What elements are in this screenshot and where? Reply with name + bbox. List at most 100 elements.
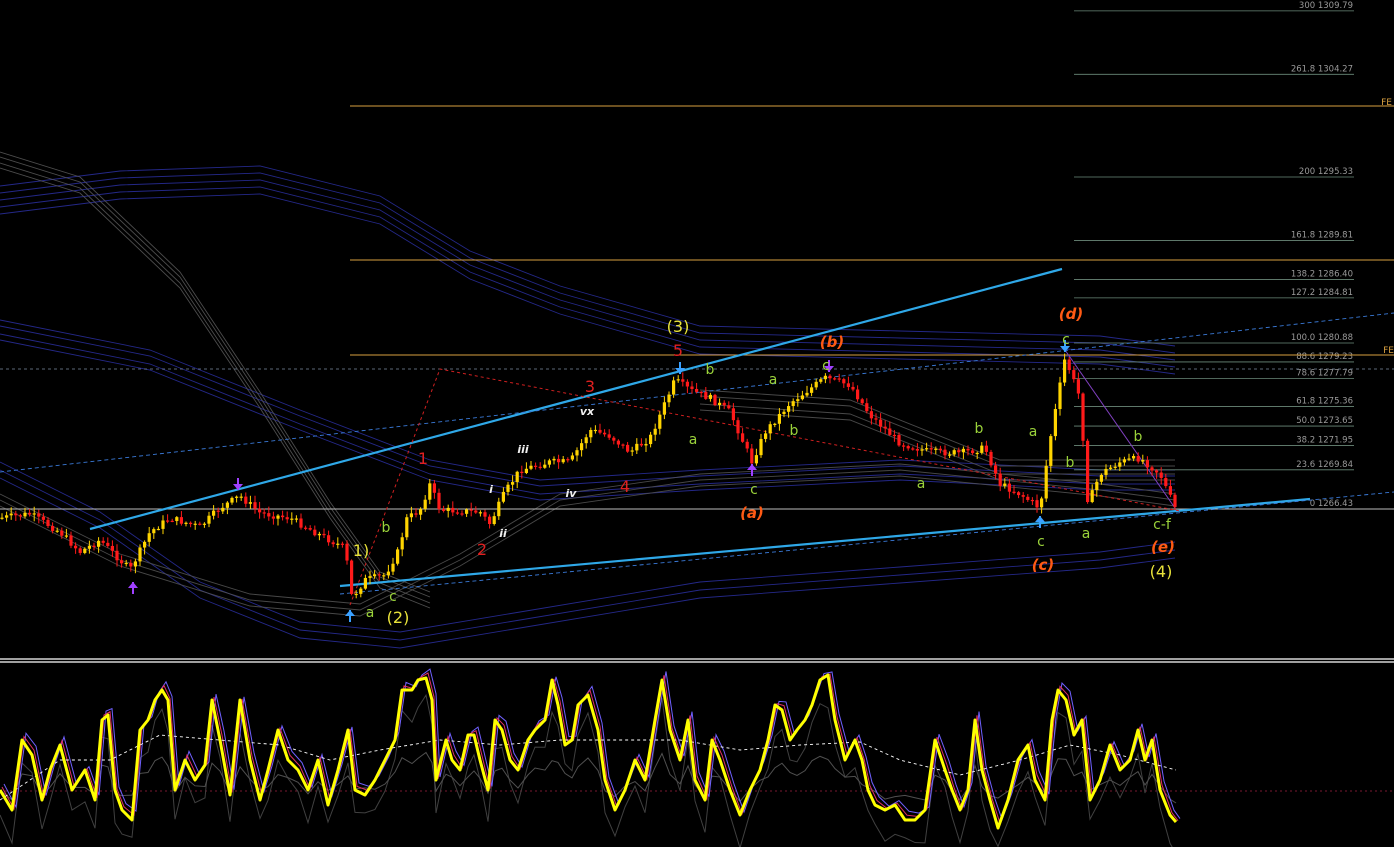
candle-body-352 [350,560,354,594]
candle-body-1028 [1026,496,1030,500]
candle-body-738 [736,420,740,434]
candle-body-687 [685,381,689,387]
candle-body-858 [856,389,860,400]
candle-body-733 [731,408,735,421]
candle-body-117 [115,550,119,561]
candle-body-379 [377,574,381,576]
wave-label-18: a [689,432,698,448]
candle-body-76 [74,545,78,549]
ma-band-2-1 [0,156,431,598]
candle-body-885 [883,426,887,429]
candle-body-347 [345,543,349,561]
wave-label-19: c [750,482,758,498]
fib-label-100.0: 100.0 1280.88 [1291,333,1353,343]
candle-body-756 [754,455,758,464]
candle-body-632 [630,450,634,452]
candle-body-448 [446,507,450,511]
candle-body-296 [294,518,298,520]
candle-body-1046 [1044,465,1048,499]
candle-body-674 [672,380,676,395]
candle-body-89 [87,545,91,549]
candle-body-292 [290,518,294,520]
candle-body-917 [915,448,919,451]
fib-label-300: 300 1309.79 [1299,1,1353,11]
candle-body-356 [354,593,358,596]
candle-body-595 [593,429,597,432]
moving-average-bands [0,151,1176,649]
candle-body-669 [667,394,671,403]
candle-body-1134 [1132,455,1136,459]
wave-label-12: (d) [1059,305,1083,323]
wave-label-27: b [1066,455,1075,471]
candle-body-494 [492,516,496,525]
candle-body-623 [621,444,625,446]
fib-label-200: 200 1295.33 [1299,167,1353,177]
candle-body-30 [28,512,32,515]
candle-body-940 [938,448,942,450]
candle-body-370 [368,576,372,578]
candle-body-789 [787,406,791,412]
candle-body-1069 [1067,359,1071,371]
wave-label-28: c [1062,332,1070,348]
candle-body-618 [616,440,620,445]
candle-body-848 [846,383,850,387]
candle-body-591 [589,429,593,438]
candle-body-982 [980,445,984,453]
fib-label-23.6: 23.6 1269.84 [1296,460,1353,470]
candle-body-646 [644,444,648,446]
candle-body-1060 [1058,382,1062,410]
candle-body-614 [612,437,616,441]
candle-body-963 [961,448,965,453]
candle-body-950 [948,454,952,456]
wave-label-2: (3) [667,317,690,336]
candle-body-609 [607,434,611,438]
candle-body-1000 [998,473,1002,486]
ma-band-2-2 [0,162,431,604]
candle-body-34 [32,513,36,515]
candle-body-876 [874,418,878,420]
candle-body-1147 [1145,460,1149,468]
candle-body-7 [5,515,9,518]
elliott-wave-chart: 300 1309.79261.8 1304.27200 1295.33161.8… [0,1,1394,847]
candle-body-536 [534,465,538,467]
candle-body-122 [120,560,124,564]
wave-label-9: (a) [740,504,764,522]
candle-body-181 [179,517,183,524]
candle-body-338 [336,543,340,545]
candle-body-660 [658,414,662,429]
candle-body-549 [547,460,551,465]
candle-body-430 [428,483,432,500]
candle-body-977 [975,452,979,455]
wave-label-20: a [769,372,778,388]
wave-label-7: 4 [620,477,630,496]
candle-body-232 [230,497,234,503]
candle-body-1101 [1099,474,1103,482]
candle-body-729 [727,405,731,409]
candle-body-871 [869,411,873,419]
candle-body-807 [805,392,809,396]
candle-body-411 [409,513,413,518]
candle-body-319 [317,533,321,536]
wave-label-16: c [389,589,397,605]
wave-label-31: c-f [1153,517,1172,533]
fe-label-upper: FE [1381,98,1392,108]
candle-body-1120 [1118,462,1122,467]
wave-label-22: c [822,358,830,374]
candle-body-223 [221,507,225,512]
candle-body-816 [814,381,818,388]
candle-body-407 [405,517,409,538]
candle-body-812 [810,387,814,393]
candle-body-701 [699,391,703,394]
candle-body-894 [892,434,896,437]
candle-body-798 [796,399,800,402]
candle-body-1088 [1086,440,1090,503]
candle-body-246 [244,496,248,504]
candle-body-402 [400,537,404,550]
candle-body-490 [488,516,492,525]
candle-body-540 [538,466,542,468]
candle-body-793 [791,401,795,407]
candle-body-163 [161,520,165,529]
candle-body-1115 [1113,466,1117,468]
panel-separator [0,658,1394,663]
candle-body-710 [708,394,712,399]
